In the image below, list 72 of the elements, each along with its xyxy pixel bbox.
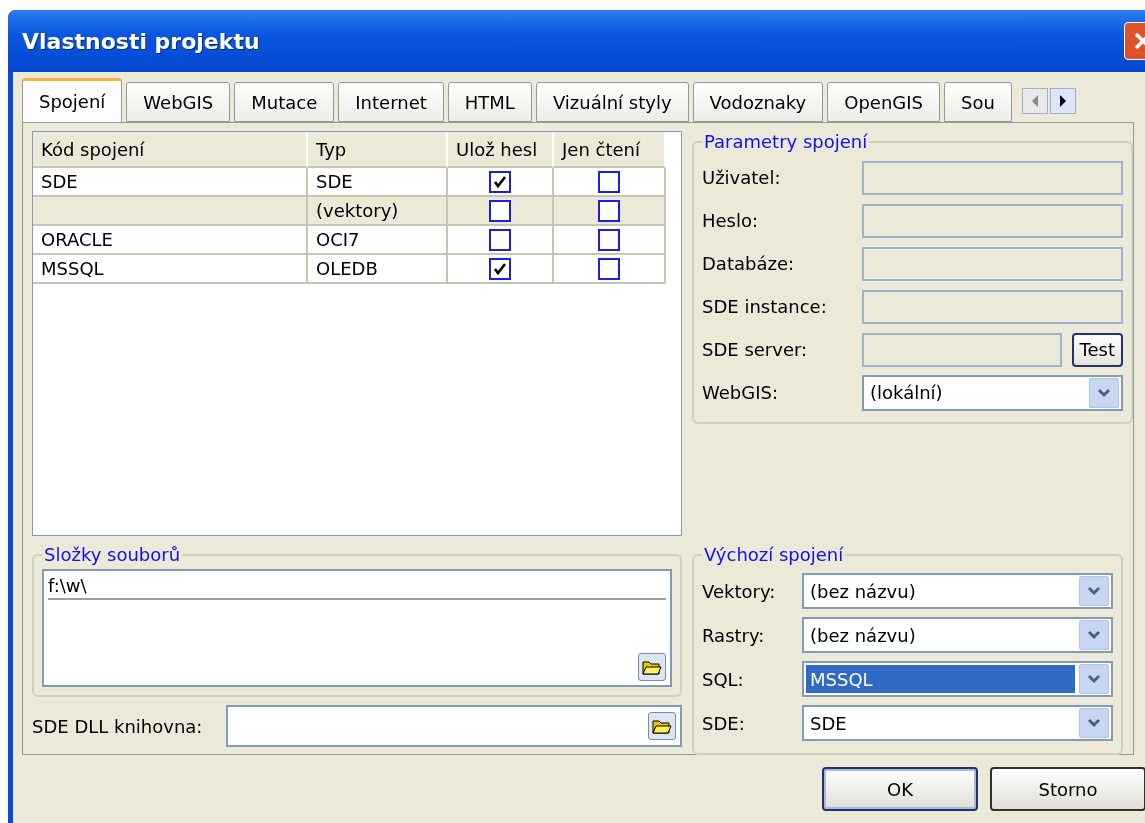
- checkbox[interactable]: [489, 257, 511, 280]
- input-field[interactable]: [862, 203, 1123, 238]
- checkbox[interactable]: [598, 257, 620, 280]
- folder-icon: [652, 718, 672, 734]
- triangle-right-icon: [1058, 95, 1067, 107]
- dropdown[interactable]: (lokální): [862, 374, 1123, 411]
- chevron-down-icon: [1087, 630, 1101, 640]
- ok-button[interactable]: OK: [822, 767, 978, 811]
- tab[interactable]: Internet: [338, 82, 444, 122]
- tab[interactable]: Vodoznaky: [692, 82, 824, 122]
- checkmark-icon: [493, 261, 507, 276]
- field-label: WebGIS:: [702, 382, 779, 403]
- checkbox[interactable]: [489, 199, 511, 222]
- checkbox[interactable]: [598, 228, 620, 251]
- tab[interactable]: Mutace: [234, 82, 335, 122]
- field-label: Vektory:: [702, 580, 777, 602]
- table-cell: OLEDB: [308, 255, 448, 284]
- checkbox[interactable]: [489, 170, 511, 193]
- column-header[interactable]: Typ: [308, 132, 448, 168]
- browse-button[interactable]: [648, 712, 676, 740]
- input-field[interactable]: [862, 160, 1123, 195]
- checkbox[interactable]: [598, 170, 620, 193]
- tab[interactable]: Spojení: [22, 78, 123, 122]
- tab[interactable]: Vizuální styly: [535, 82, 689, 122]
- chevron-down-icon: [1087, 674, 1101, 684]
- triangle-left-icon: [1030, 95, 1039, 107]
- table-cell: SDE: [33, 168, 308, 197]
- list-item[interactable]: f:\w\: [48, 575, 666, 600]
- field-label: SQL:: [702, 668, 745, 690]
- field-label: Uživatel:: [702, 167, 782, 188]
- dropdown[interactable]: (bez názvu): [802, 617, 1113, 653]
- group-title: Parametry spojení: [703, 131, 869, 152]
- window-title: Vlastnosti projektu: [22, 28, 260, 54]
- checkbox[interactable]: [489, 228, 511, 251]
- column-header[interactable]: Ulož hesl: [448, 132, 554, 168]
- group-title: Složky souborů: [43, 544, 182, 565]
- dropdown[interactable]: SDE: [802, 705, 1113, 741]
- cancel-button[interactable]: Storno: [990, 767, 1145, 811]
- dropdown[interactable]: (bez názvu): [802, 573, 1113, 609]
- chevron-down-icon: [1087, 586, 1101, 596]
- field-label: SDE DLL knihovna:: [32, 715, 203, 737]
- field-label: Databáze:: [702, 253, 796, 274]
- tab[interactable]: WebGIS: [126, 82, 231, 122]
- table-cell: SDE: [308, 168, 448, 197]
- tab[interactable]: Sou: [944, 82, 1012, 122]
- field-label: Rastry:: [702, 624, 766, 646]
- browse-button[interactable]: [638, 653, 666, 681]
- field-label: SDE:: [702, 712, 746, 734]
- folder-icon: [642, 659, 662, 675]
- field-label: Heslo:: [702, 210, 760, 231]
- chevron-down-icon: [1087, 718, 1101, 728]
- input-field[interactable]: [862, 289, 1123, 324]
- table-cell: ORACLE: [33, 226, 308, 255]
- field-label: SDE server:: [702, 339, 809, 360]
- column-header[interactable]: Jen čtení: [554, 132, 666, 168]
- dropdown[interactable]: MSSQL: [802, 661, 1113, 697]
- input-field[interactable]: [862, 246, 1123, 281]
- checkbox[interactable]: [598, 199, 620, 222]
- input-field[interactable]: [862, 332, 1062, 367]
- test-button[interactable]: Test: [1071, 332, 1123, 367]
- chevron-down-icon: [1097, 387, 1111, 398]
- tab[interactable]: HTML: [447, 82, 532, 122]
- table-cell: OCI7: [308, 226, 448, 255]
- table-cell: (vektory): [308, 197, 448, 226]
- checkmark-icon: [493, 174, 507, 189]
- field-label: SDE instance:: [702, 296, 828, 317]
- table-cell: MSSQL: [33, 255, 308, 284]
- tab[interactable]: OpenGIS: [827, 82, 941, 122]
- input-field[interactable]: [226, 705, 682, 747]
- column-header[interactable]: Kód spojení: [33, 132, 308, 168]
- group-title: Výchozí spojení: [703, 544, 845, 565]
- scroll-right-button[interactable]: [1049, 88, 1076, 114]
